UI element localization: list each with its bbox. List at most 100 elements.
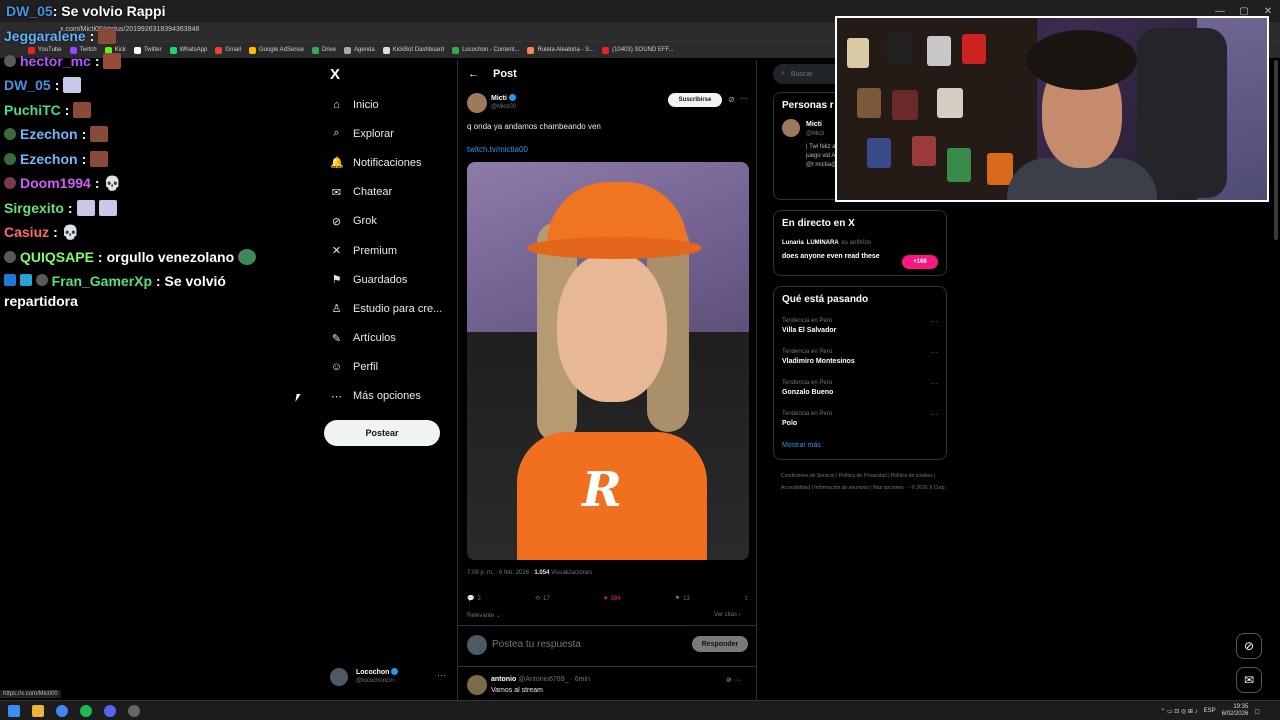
comment-avatar[interactable] [467,675,487,695]
more-icon[interactable]: ··· [930,317,938,326]
live-card[interactable]: En directo en X Lunaria LUMINARA es anfitr… [773,210,947,276]
chat-highlight: DW_05: Se volvio Rappi [6,3,166,19]
chrome-icon[interactable] [56,705,68,717]
nav-label: Estudio para cre... [353,302,443,315]
nav-item-chatear[interactable]: ✉ Chatear [330,178,455,207]
x-logo-icon[interactable]: X [330,66,340,83]
sheets-icon [452,46,460,54]
file-explorer-icon[interactable] [32,705,44,717]
more-icon[interactable]: ··· [740,94,748,103]
subscribe-button[interactable]: Suscribirse [668,93,722,107]
post-image[interactable]: R [467,162,749,560]
emote-icon [73,101,92,118]
grok-icon[interactable]: ⊘ ··· [726,676,741,684]
more-icon[interactable]: ··· [930,379,938,388]
trend-item[interactable]: Tendencia en Perú Polo [782,411,832,427]
rappi-logo-icon: R [582,462,622,518]
nav-item-estudio[interactable]: ♙ Estudio para cre... [330,294,455,323]
reply-input[interactable]: Postea tu respuesta [492,639,581,650]
post-button[interactable]: Postear [324,420,440,446]
reply-action[interactable]: 💬 2 [467,595,481,603]
chat-highlight-text: : Se volvio Rappi [52,3,166,19]
language-indicator[interactable]: ESP [1204,708,1216,714]
bookmark-drive[interactable]: Drive [312,46,336,54]
grok-icon: ⊘ [1243,639,1255,653]
obs-icon[interactable] [128,705,140,717]
reply-button[interactable]: Responder [692,636,748,652]
nav-label: Explorar [353,127,394,140]
nav-item-premium[interactable]: ✕ Premium [330,236,455,265]
nav-item-perfil[interactable]: ☺ Perfil [330,353,455,382]
notifications-icon[interactable]: ▢ [1254,708,1260,715]
grok-float-button[interactable]: ⊘ [1236,633,1262,659]
scrollbar[interactable] [1274,60,1278,240]
badge-icon [4,250,16,263]
share-action[interactable]: ⇪ [744,595,749,602]
trend-item[interactable]: Tendencia en Perú Villa El Salvador [782,318,836,334]
bookmark-agenda[interactable]: Agenda [344,46,375,54]
profile-icon: ☺ [330,361,343,374]
nav-item-articulos[interactable]: ✎ Artículos [330,324,455,353]
clock[interactable]: 19:35 6/02/2026 [1222,704,1249,718]
emote-icon [76,199,95,216]
nav-item-mas-opciones[interactable]: ⋯ Más opciones [330,382,455,411]
chat-separator: : [94,175,100,192]
bookmark-locochon[interactable]: Locochon - Content... [452,46,519,54]
comment-author[interactable]: antonio @Antonio6789_ · 6min [491,676,590,683]
more-circle-icon: ⋯ [331,390,342,403]
bookmark-action[interactable]: ⚑ 13 [674,595,690,603]
chat-message: Ezechon: [4,122,294,147]
listener-count: +168 [902,255,938,269]
chat-separator: : [67,199,73,216]
messages-float-button[interactable]: ✉ [1236,667,1262,693]
show-more-link[interactable]: Mostrar más [782,442,821,449]
person-name[interactable]: Micti [806,121,822,128]
nav-item-inicio[interactable]: ⌂ Inicio [330,90,455,119]
grok-icon[interactable]: ⊘ [728,95,735,104]
author-handle[interactable]: @Micti00 [491,104,516,110]
bookmark-kickbot[interactable]: KickBot Dashboard [382,46,444,54]
nav-label: Más opciones [353,390,421,403]
chat-username: Fran_GamerXp [51,273,153,289]
spotify-icon[interactable] [80,705,92,717]
more-icon[interactable]: ··· [930,410,938,419]
figure-icon [847,38,869,68]
taskbar: ⌃ ▭ ⊡ ◎ ⊞ ♪ ESP 19:35 6/02/2026 ▢ [0,700,1280,720]
bookmark-icon: ⚑ [674,596,681,602]
chat-username: QUIQSAPE [20,248,94,265]
author-avatar[interactable] [467,93,487,113]
more-icon[interactable]: ··· [437,670,446,680]
chat-username: hector_mc [20,52,91,69]
back-arrow-icon[interactable]: ← [468,68,479,80]
chat-message: Ezechon: [4,147,294,172]
chat-message: Fran_GamerXp : Se volvió repartidora [4,269,294,311]
figure-icon [937,88,963,118]
more-icon[interactable]: ··· [930,348,938,357]
nav-item-guardados[interactable]: ⚑ Guardados [330,265,455,294]
sort-relevant-dropdown[interactable]: Relevante ⌄ [467,612,501,619]
footer-links[interactable]: Condiciones de Servicio | Política de Pr… [781,470,947,494]
view-quotes-link[interactable]: Ver citas › [714,612,741,618]
nav-label: Perfil [353,361,379,374]
ruleta-icon [527,46,535,54]
tray-icons[interactable]: ⌃ ▭ ⊡ ◎ ⊞ ♪ [1160,708,1197,715]
bookmark-sound-effects[interactable]: (10403) SOUND EFF... [602,46,674,54]
image-cap-brim [527,237,702,259]
nav-item-notificaciones[interactable]: 🔔 Notificaciones [330,148,455,177]
trend-item[interactable]: Tendencia en Perú Gonzalo Bueno [782,380,833,396]
like-action[interactable]: ♥ 384 [604,595,621,602]
trend-item[interactable]: Tendencia en Perú Vladimiro Montesinos [782,349,855,365]
discord-icon[interactable] [104,705,116,717]
chat-separator: : [94,52,100,69]
nav-item-grok[interactable]: ⊘ Grok [330,207,455,236]
account-switcher[interactable]: Locochon @locochoncin ··· [330,666,450,690]
repost-action[interactable]: ⟲ 17 [535,595,550,603]
windows-start-icon[interactable] [8,705,20,717]
nav-item-explorar[interactable]: ⌕ Explorar [330,119,455,148]
chat-username: Sirgexito [4,199,64,216]
post-link[interactable]: twitch.tv/mictia00 [467,145,528,154]
avatar[interactable] [782,119,800,137]
bookmark-ruleta[interactable]: Ruleta Aleatoria - S... [527,46,594,54]
person-handle: @Micti [806,131,825,137]
author-name[interactable]: Micti [491,94,516,102]
